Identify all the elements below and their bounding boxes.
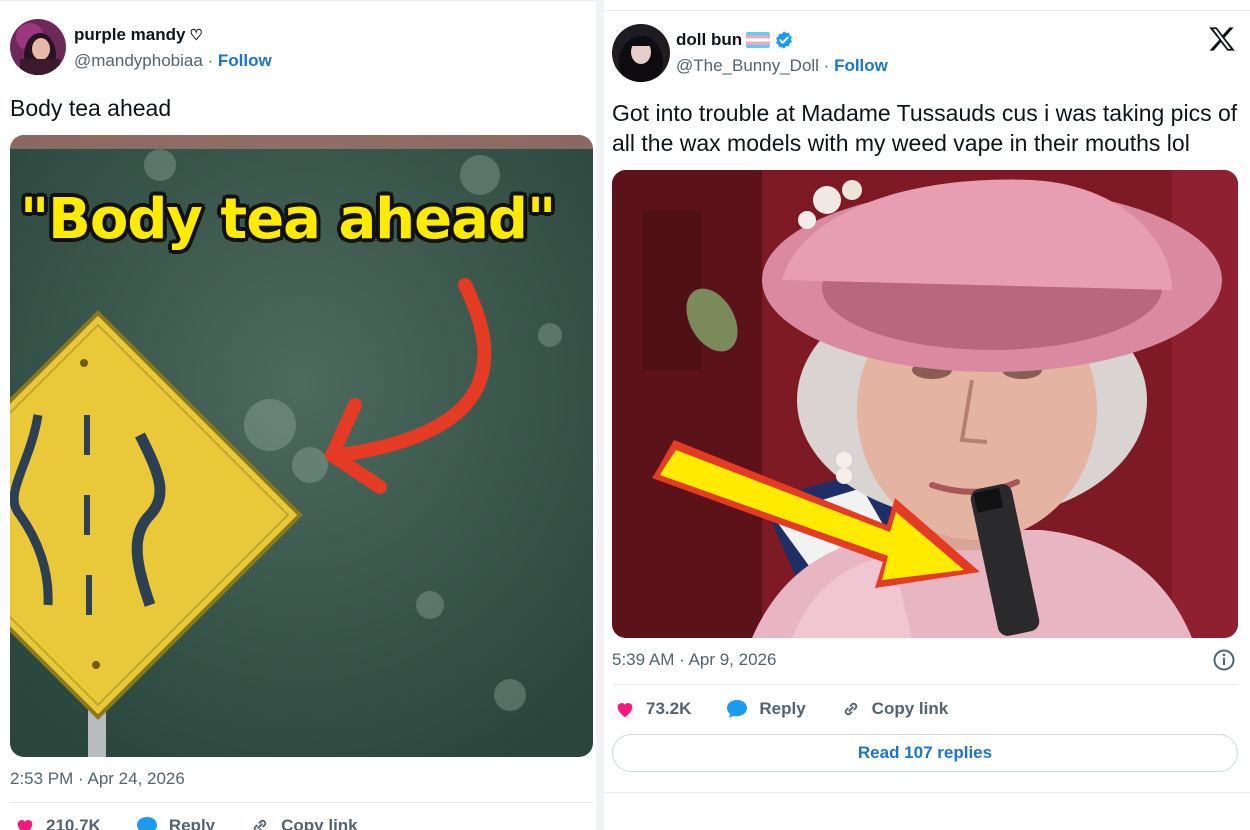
display-name-row: purple mandy ♡ xyxy=(74,25,203,45)
copy-link-label: Copy link xyxy=(281,816,358,830)
display-name-row: doll bun xyxy=(676,30,794,50)
panel-divider xyxy=(596,0,604,830)
tweet-text: Body tea ahead xyxy=(10,95,172,121)
heart-icon xyxy=(17,820,33,830)
tweet-text: Got into trouble at Madame Tussauds cus … xyxy=(612,100,1238,156)
trans-flag-icon xyxy=(746,32,771,48)
display-name[interactable]: doll bun xyxy=(676,30,742,50)
top-border xyxy=(604,10,1250,11)
right-tweet-card: doll bun @The_Bunny_Doll · Follow Got in… xyxy=(604,0,1250,830)
reply-label: Reply xyxy=(759,699,806,718)
copy-link-button[interactable]: Copy link xyxy=(840,698,949,720)
reply-bubble-icon xyxy=(136,817,157,830)
read-replies-button[interactable]: Read 107 replies xyxy=(612,734,1238,772)
avatar[interactable] xyxy=(10,19,66,75)
handle-row: @The_Bunny_Doll · Follow xyxy=(676,56,888,76)
action-bar: 210.7K Reply Copy link xyxy=(14,815,392,830)
reply-button[interactable]: Reply xyxy=(135,815,215,830)
bottom-border xyxy=(604,792,1250,793)
info-icon[interactable] xyxy=(1212,648,1236,672)
display-name[interactable]: purple mandy xyxy=(74,25,185,45)
divider-line xyxy=(10,802,593,803)
action-bar: 73.2K Reply Copy link xyxy=(614,698,982,720)
separator: · xyxy=(202,51,218,70)
separator: · xyxy=(818,56,835,75)
timestamp[interactable]: 2:53 PM · Apr 24, 2026 xyxy=(10,769,185,789)
heart-icon xyxy=(617,703,633,718)
handle[interactable]: @mandyphobiaa xyxy=(74,51,203,70)
left-tweet-card: purple mandy ♡ @mandyphobiaa · Follow Bod… xyxy=(0,0,596,830)
tweet-media[interactable] xyxy=(612,170,1238,638)
verified-badge-icon[interactable] xyxy=(774,30,794,50)
like-button[interactable]: 210.7K xyxy=(14,815,101,830)
reply-label: Reply xyxy=(168,816,216,830)
heart-outline-glyph: ♡ xyxy=(189,27,203,44)
avatar[interactable] xyxy=(612,24,670,82)
like-button[interactable]: 73.2K xyxy=(614,698,691,720)
follow-button[interactable]: Follow xyxy=(834,56,888,75)
divider-line xyxy=(612,684,1238,685)
media-overlay-caption: "Body tea ahead" xyxy=(20,187,556,252)
wax-figure-photo xyxy=(612,170,1238,638)
link-icon xyxy=(253,819,267,830)
reply-bubble-icon xyxy=(727,700,748,718)
copy-link-label: Copy link xyxy=(871,699,949,718)
like-count: 210.7K xyxy=(46,816,101,830)
handle-row: @mandyphobiaa · Follow xyxy=(74,51,272,71)
like-count: 73.2K xyxy=(646,699,692,718)
tweet-media[interactable]: "Body tea ahead" xyxy=(10,135,593,757)
handle[interactable]: @The_Bunny_Doll xyxy=(676,56,819,75)
timestamp[interactable]: 5:39 AM · Apr 9, 2026 xyxy=(612,650,776,670)
reply-button[interactable]: Reply xyxy=(725,698,806,720)
follow-button[interactable]: Follow xyxy=(218,51,272,70)
link-icon xyxy=(844,702,857,716)
copy-link-button[interactable]: Copy link xyxy=(249,815,358,830)
x-logo-icon[interactable] xyxy=(1208,26,1236,52)
